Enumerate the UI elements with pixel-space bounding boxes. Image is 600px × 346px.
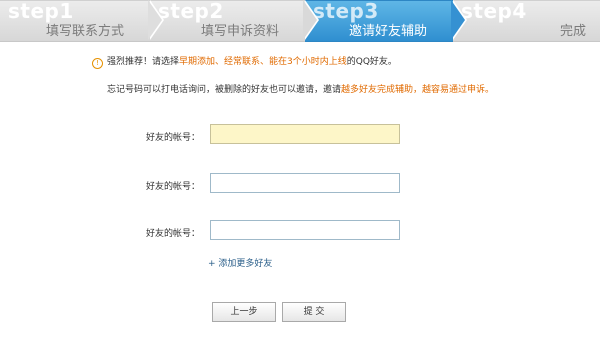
friend-account-input-2[interactable] [210,173,400,193]
friend-account-label: 好友的帐号： [145,133,200,143]
add-more-friends-link[interactable]: + 添加更多好友 [208,256,272,269]
step-2-title: 填写申诉资料 [200,24,279,39]
step-2: step2 填写申诉资料 [150,0,305,42]
friend-account-label: 好友的帐号： [145,229,200,239]
friend-account-row-3: 好友的帐号： [140,220,410,244]
submit-button[interactable]: 提 交 [282,302,346,322]
description-highlight: 越多好友完成辅助，越容易通过申诉。 [341,85,495,95]
step-4-title: 完成 [559,24,586,39]
warning-icon: ! [92,58,103,69]
friend-account-input-1[interactable] [210,124,400,144]
friend-account-row-2: 好友的帐号： [140,173,410,197]
step-separator [148,0,162,40]
notice-suffix: 的QQ好友。 [346,57,397,67]
previous-step-button[interactable]: 上一步 [212,302,276,322]
friend-account-row-1: 好友的帐号： [140,124,410,148]
description-prefix: 忘记号码可以打电话询问，被删除的好友也可以邀请，邀请 [107,85,342,95]
recommend-notice: ! 强烈推荐！请选择早期添加、经常联系、能在3个小时内上线的QQ好友。 [92,54,572,69]
friend-account-input-3[interactable] [210,220,400,240]
step-1-title: 填写联系方式 [45,24,124,39]
step-separator [303,0,317,40]
step-3-title: 邀请好友辅助 [348,24,427,39]
friend-account-label: 好友的帐号： [145,182,200,192]
step-separator [451,0,465,40]
step-4-number: step4 [461,0,527,23]
step-progress-bar: step1 填写联系方式 step2 填写申诉资料 step3 邀请好友辅助 s… [0,0,600,42]
step-4: step4 完成 [453,0,600,42]
step-3-active: step3 邀请好友辅助 [305,0,453,42]
notice-highlight: 早期添加、经常联系、能在3个小时内上线 [179,57,347,67]
notice-prefix: 强烈推荐！请选择 [107,57,180,67]
step-1: step1 填写联系方式 [0,0,150,42]
invite-description: 忘记号码可以打电话询问，被删除的好友也可以邀请，邀请越多好友完成辅助，越容易通过… [107,82,577,95]
